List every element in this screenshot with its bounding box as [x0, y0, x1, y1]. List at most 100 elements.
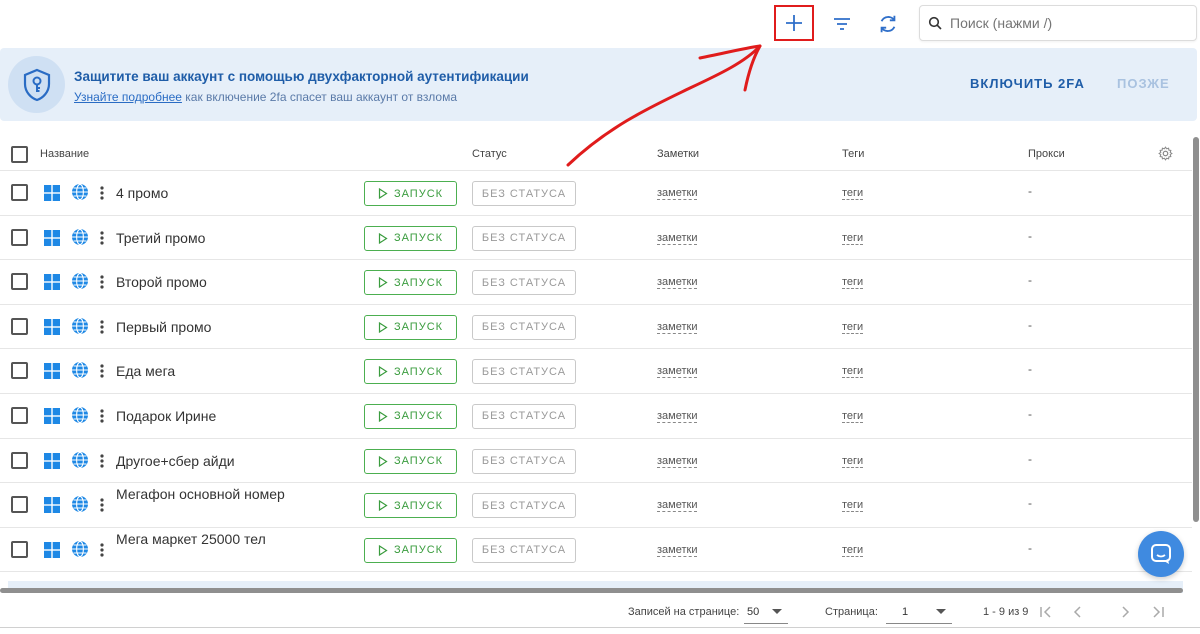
table-row[interactable]: Подарок Ирине ЗАПУСК БЕЗ СТАТУСА заметки… — [0, 394, 1192, 439]
prev-page-button[interactable] — [1067, 601, 1089, 623]
status-button[interactable]: БЕЗ СТАТУСА — [472, 270, 576, 296]
row-checkbox[interactable] — [11, 540, 28, 558]
tags-link[interactable]: теги — [842, 365, 864, 379]
row-checkbox[interactable] — [11, 451, 28, 469]
later-button[interactable]: ПОЗЖЕ — [1117, 76, 1170, 91]
play-icon — [378, 277, 388, 289]
row-checkbox[interactable] — [11, 362, 28, 380]
chat-widget-button[interactable] — [1138, 531, 1184, 577]
profile-name[interactable]: Еда мега — [116, 360, 356, 382]
launch-button[interactable]: ЗАПУСК — [364, 225, 457, 251]
globe-icon — [71, 183, 89, 206]
per-page-label: Записей на странице: — [628, 606, 740, 618]
refresh-button[interactable] — [870, 6, 906, 42]
row-checkbox[interactable] — [11, 184, 28, 201]
notes-link[interactable]: заметки — [657, 365, 698, 379]
launch-button[interactable]: ЗАПУСК — [364, 537, 457, 563]
more-vert-icon[interactable] — [100, 497, 104, 518]
notes-link[interactable]: заметки — [657, 499, 698, 513]
table-row[interactable]: Другое+сбер айди ЗАПУСК БЕЗ СТАТУСА заме… — [0, 439, 1192, 484]
status-button[interactable]: БЕЗ СТАТУСА — [472, 225, 576, 251]
more-vert-icon[interactable] — [100, 408, 104, 429]
profile-name[interactable]: Другое+сбер айди — [116, 450, 356, 472]
tags-link[interactable]: теги — [842, 455, 864, 468]
status-button[interactable]: БЕЗ СТАТУСА — [472, 493, 576, 519]
profile-name[interactable]: Мега маркет 25000 тел — [116, 528, 356, 550]
launch-button[interactable]: ЗАПУСК — [364, 359, 457, 385]
per-page-select[interactable]: 50 — [744, 600, 788, 624]
notes-link[interactable]: заметки — [657, 321, 698, 334]
notes-link[interactable]: заметки — [657, 410, 698, 423]
more-vert-icon[interactable] — [100, 363, 104, 384]
gear-icon[interactable] — [1158, 146, 1173, 166]
notes-link[interactable]: заметки — [657, 187, 698, 200]
more-vert-icon[interactable] — [100, 542, 104, 563]
status-button[interactable]: БЕЗ СТАТУСА — [472, 537, 576, 563]
next-page-button[interactable] — [1114, 601, 1136, 623]
column-name[interactable]: Название — [40, 148, 89, 160]
status-button[interactable]: БЕЗ СТАТУСА — [472, 403, 576, 429]
tags-link[interactable]: теги — [842, 232, 864, 245]
table-row[interactable]: Третий промо ЗАПУСК БЕЗ СТАТУСА заметки … — [0, 216, 1192, 261]
launch-button[interactable]: ЗАПУСК — [364, 403, 457, 429]
profile-name[interactable]: Подарок Ирине — [116, 405, 356, 427]
notes-link[interactable]: заметки — [657, 455, 698, 468]
tags-link[interactable]: теги — [842, 499, 864, 513]
notes-link[interactable]: заметки — [657, 276, 698, 290]
launch-button[interactable]: ЗАПУСК — [364, 270, 457, 296]
status-button[interactable]: БЕЗ СТАТУСА — [472, 359, 576, 385]
table-row[interactable]: Мегафон основной номер ЗАПУСК БЕЗ СТАТУС… — [0, 483, 1192, 528]
status-button[interactable]: БЕЗ СТАТУСА — [472, 448, 576, 474]
notes-link[interactable]: заметки — [657, 232, 698, 245]
add-profile-button[interactable] — [774, 5, 814, 41]
learn-more-link[interactable]: Узнайте подробнее — [74, 90, 182, 104]
column-tags[interactable]: Теги — [842, 148, 864, 160]
play-icon — [378, 366, 388, 378]
table-row[interactable]: 4 промо ЗАПУСК БЕЗ СТАТУСА заметки теги … — [0, 171, 1192, 216]
column-status[interactable]: Статус — [472, 148, 507, 160]
profile-name[interactable]: Первый промо — [116, 316, 356, 338]
row-checkbox[interactable] — [11, 317, 28, 335]
more-vert-icon[interactable] — [100, 274, 104, 295]
status-button[interactable]: БЕЗ СТАТУСА — [472, 314, 576, 340]
row-checkbox[interactable] — [11, 406, 28, 424]
table-row[interactable]: Мега маркет 25000 тел ЗАПУСК БЕЗ СТАТУСА… — [0, 528, 1192, 573]
table-row[interactable]: Первый промо ЗАПУСК БЕЗ СТАТУСА заметки … — [0, 305, 1192, 350]
launch-button[interactable]: ЗАПУСК — [364, 314, 457, 340]
vertical-scrollbar[interactable] — [1193, 137, 1199, 522]
tags-link[interactable]: теги — [842, 544, 864, 557]
more-vert-icon[interactable] — [100, 319, 104, 340]
horizontal-scrollbar[interactable] — [0, 588, 1183, 593]
launch-button[interactable]: ЗАПУСК — [364, 181, 457, 206]
profile-name[interactable]: 4 промо — [116, 182, 356, 204]
first-page-button[interactable] — [1035, 601, 1057, 623]
table-row[interactable]: Еда мега ЗАПУСК БЕЗ СТАТУСА заметки теги… — [0, 349, 1192, 394]
profile-name[interactable]: Второй промо — [116, 271, 356, 293]
row-checkbox[interactable] — [11, 273, 28, 291]
column-notes[interactable]: Заметки — [657, 148, 699, 160]
tags-link[interactable]: теги — [842, 187, 864, 200]
column-proxy[interactable]: Прокси — [1028, 148, 1065, 160]
more-vert-icon[interactable] — [100, 453, 104, 474]
notes-link[interactable]: заметки — [657, 544, 698, 557]
tags-link[interactable]: теги — [842, 276, 864, 290]
row-checkbox[interactable] — [11, 228, 28, 246]
more-vert-icon[interactable] — [100, 230, 104, 251]
table-row[interactable]: Второй промо ЗАПУСК БЕЗ СТАТУСА заметки … — [0, 260, 1192, 305]
search-input[interactable] — [950, 15, 1180, 31]
tags-link[interactable]: теги — [842, 321, 864, 334]
more-vert-icon[interactable] — [100, 185, 104, 206]
select-all-checkbox[interactable] — [11, 146, 28, 163]
page-select[interactable]: 1 — [886, 600, 952, 624]
enable-2fa-button[interactable]: ВКЛЮЧИТЬ 2FA — [970, 76, 1085, 91]
profile-name[interactable]: Третий промо — [116, 227, 356, 249]
profile-name[interactable]: Мегафон основной номер — [116, 483, 356, 505]
last-page-button[interactable] — [1147, 601, 1169, 623]
status-button[interactable]: БЕЗ СТАТУСА — [472, 181, 576, 206]
row-checkbox[interactable] — [11, 496, 28, 514]
launch-button[interactable]: ЗАПУСК — [364, 448, 457, 474]
launch-button[interactable]: ЗАПУСК — [364, 493, 457, 519]
search-box[interactable] — [919, 5, 1197, 41]
tags-link[interactable]: теги — [842, 410, 864, 423]
filter-button[interactable] — [824, 6, 860, 42]
